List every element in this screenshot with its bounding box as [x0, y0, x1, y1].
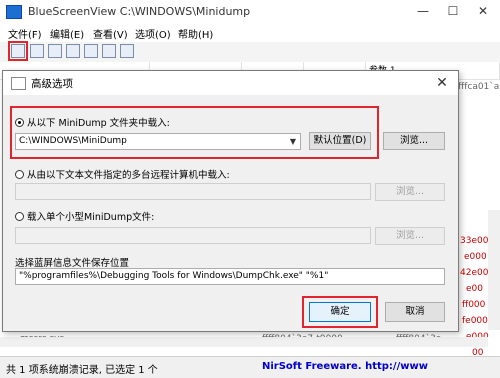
html-report-icon[interactable] — [102, 44, 116, 58]
list-cell: e00 — [466, 284, 483, 294]
toolbar — [0, 41, 500, 63]
minimize-button[interactable]: — — [408, 0, 438, 24]
load-from-folder-label: 从以下 MiniDump 文件夹中载入: — [27, 118, 170, 129]
advanced-options-icon[interactable] — [8, 41, 28, 61]
load-remote-label: 从由以下文本文件指定的多台远程计算机中载入: — [27, 170, 230, 181]
list-cell: 42e00 — [460, 268, 489, 278]
browse-single-file-button: 浏览... — [375, 227, 445, 245]
copy-icon[interactable] — [66, 44, 80, 58]
menu-view[interactable]: 查看(V) — [93, 26, 128, 41]
dumpchk-label: 选择蓝屏信息文件保存位置 — [15, 258, 130, 269]
dialog-titlebar: 高级选项 ✕ — [3, 71, 458, 95]
load-single-file-label: 载入单个小型MiniDump文件: — [27, 212, 155, 223]
minidump-folder-value: C:\WINDOWS\MiniDump — [19, 136, 127, 146]
minidump-folder-combobox[interactable]: C:\WINDOWS\MiniDump ▼ — [15, 133, 301, 150]
default-location-button[interactable]: 默认位置(D) — [309, 132, 371, 150]
exit-icon[interactable] — [120, 44, 134, 58]
load-remote-option[interactable]: 从由以下文本文件指定的多台远程计算机中载入: — [15, 167, 230, 181]
dumpchk-command-input[interactable]: "%programfiles%\Debugging Tools for Wind… — [15, 268, 445, 285]
close-button[interactable]: ✕ — [468, 0, 498, 24]
menu-file[interactable]: 文件(F) — [8, 26, 42, 41]
radio-checked-icon[interactable] — [15, 118, 24, 127]
dialog-icon — [11, 77, 26, 90]
dialog-close-button[interactable]: ✕ — [432, 73, 452, 93]
properties-icon[interactable] — [84, 44, 98, 58]
list-cell: 33e00 — [460, 236, 489, 246]
app-icon — [6, 5, 22, 19]
horizontal-scrollbar[interactable] — [0, 337, 488, 347]
chevron-down-icon[interactable]: ▼ — [286, 134, 300, 149]
radio-unchecked-icon[interactable] — [15, 170, 24, 179]
menu-bar: 文件(F) 编辑(E) 查看(V) 选项(O) 帮助(H) — [0, 24, 500, 42]
list-cell: e000 — [464, 252, 487, 262]
window-titlebar: BlueScreenView C:\WINDOWS\Minidump — ☐ ✕ — [0, 0, 500, 25]
maximize-button[interactable]: ☐ — [438, 0, 468, 24]
advanced-options-dialog: 高级选项 ✕ 从以下 MiniDump 文件夹中载入: C:\WINDOWS\M… — [2, 70, 459, 332]
cancel-button[interactable]: 取消 — [385, 302, 445, 322]
dialog-title: 高级选项 — [31, 78, 73, 90]
list-cell: ff000 — [462, 300, 486, 310]
list-cell: fffca01`a0 — [458, 82, 500, 92]
menu-help[interactable]: 帮助(H) — [178, 26, 213, 41]
remote-computers-file-input — [15, 183, 371, 200]
list-cell: fe000 — [462, 316, 488, 326]
radio-unchecked-icon[interactable] — [15, 212, 24, 221]
menu-edit[interactable]: 编辑(E) — [50, 26, 84, 41]
refresh-icon[interactable] — [48, 44, 62, 58]
nirsoft-link[interactable]: NirSoft Freeware. http://www — [262, 361, 428, 372]
load-from-folder-option[interactable]: 从以下 MiniDump 文件夹中载入: — [15, 115, 170, 129]
status-bar: 共 1 项系统崩溃记录, 已选定 1 个 NirSoft Freeware. h… — [0, 356, 500, 378]
browse-remote-button: 浏览... — [375, 183, 445, 201]
vertical-scrollbar[interactable] — [488, 210, 500, 330]
menu-options[interactable]: 选项(O) — [135, 26, 171, 41]
status-count: 共 1 项系统崩溃记录, 已选定 1 个 — [6, 365, 158, 376]
save-icon[interactable] — [30, 44, 44, 58]
single-dump-file-input — [15, 227, 371, 244]
browse-folder-button[interactable]: 浏览... — [383, 132, 445, 150]
ok-button[interactable]: 确定 — [309, 302, 371, 322]
window-title: BlueScreenView C:\WINDOWS\Minidump — [28, 5, 251, 18]
load-single-file-option[interactable]: 载入单个小型MiniDump文件: — [15, 209, 154, 223]
